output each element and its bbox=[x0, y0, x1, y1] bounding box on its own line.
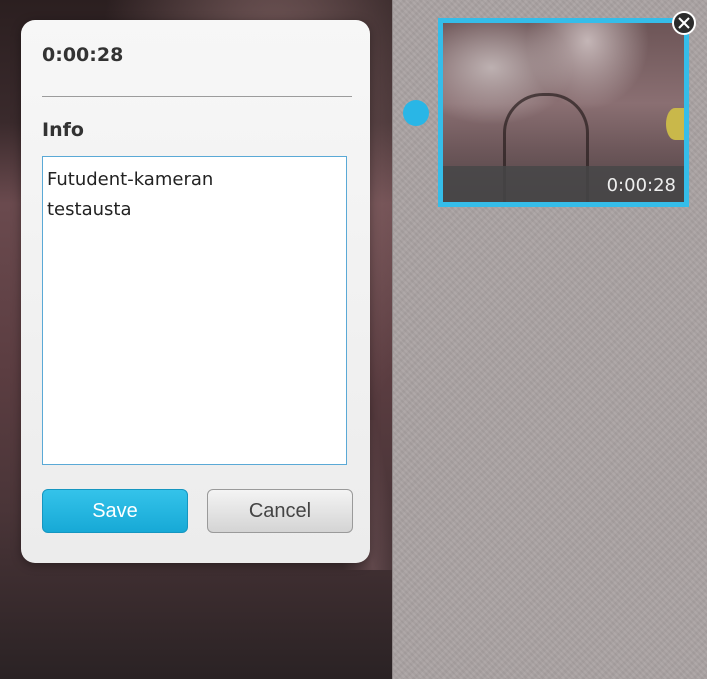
close-icon[interactable] bbox=[672, 11, 696, 35]
thumbnail-object bbox=[666, 108, 684, 140]
info-label: Info bbox=[42, 119, 84, 141]
save-button[interactable]: Save bbox=[42, 489, 188, 533]
thumbnail-time: 0:00:28 bbox=[606, 175, 676, 196]
marker-dot-icon[interactable] bbox=[403, 100, 429, 126]
snapshot-thumbnail[interactable]: 0:00:28 bbox=[438, 18, 689, 207]
info-popup: 0:00:28 Info Futudent-kameran testausta … bbox=[21, 20, 370, 563]
divider bbox=[42, 96, 352, 97]
popup-time: 0:00:28 bbox=[42, 44, 124, 66]
cancel-button[interactable]: Cancel bbox=[207, 489, 353, 533]
info-textarea[interactable]: Futudent-kameran testausta bbox=[42, 156, 347, 465]
